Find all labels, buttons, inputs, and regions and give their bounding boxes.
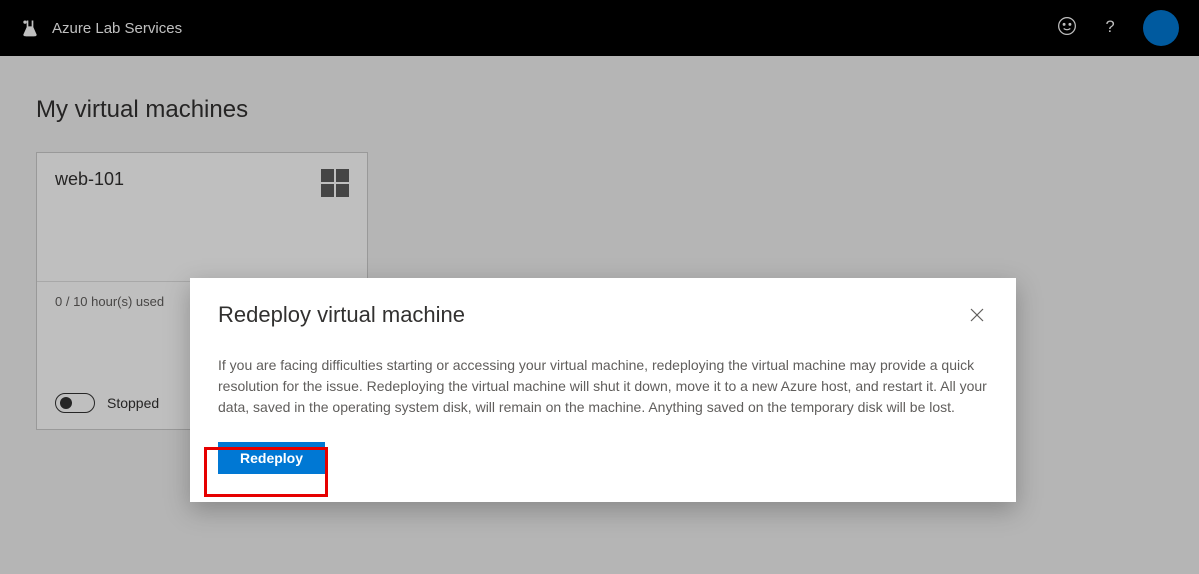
redeploy-dialog: Redeploy virtual machine If you are faci… xyxy=(190,278,1016,502)
dialog-header: Redeploy virtual machine xyxy=(218,302,988,331)
dialog-title: Redeploy virtual machine xyxy=(218,302,465,328)
redeploy-button[interactable]: Redeploy xyxy=(218,442,325,474)
close-button[interactable] xyxy=(966,302,988,331)
dialog-body: If you are facing difficulties starting … xyxy=(218,355,988,418)
close-icon xyxy=(970,308,984,322)
